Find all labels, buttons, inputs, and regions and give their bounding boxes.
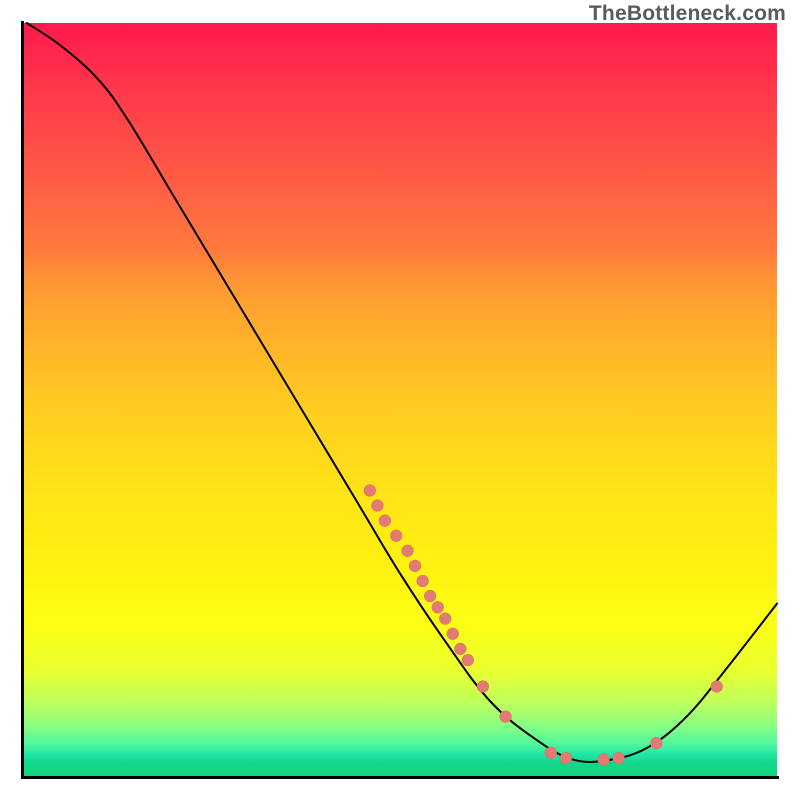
- scatter-dot: [379, 515, 391, 527]
- bottleneck-curve: [27, 23, 777, 762]
- scatter-dot: [390, 530, 402, 542]
- y-axis: [21, 21, 24, 779]
- x-axis: [21, 776, 779, 779]
- scatter-dot: [432, 601, 444, 613]
- scatter-dot: [454, 643, 466, 655]
- scatter-dot: [462, 654, 474, 666]
- chart-svg: [23, 23, 777, 777]
- chart-container: TheBottleneck.com: [0, 0, 800, 800]
- scatter-dot: [409, 560, 421, 572]
- scatter-dot: [545, 747, 557, 759]
- scatter-dot: [711, 681, 723, 693]
- watermark-text: TheBottleneck.com: [589, 2, 786, 26]
- scatter-dot: [650, 737, 662, 749]
- scatter-dot: [402, 545, 414, 557]
- scatter-dot: [560, 752, 572, 764]
- scatter-dot: [447, 628, 459, 640]
- scatter-dot: [598, 754, 610, 766]
- scatter-dot: [371, 500, 383, 512]
- scatter-dot: [424, 590, 436, 602]
- scatter-dot: [417, 575, 429, 587]
- scatter-dot: [500, 711, 512, 723]
- scatter-dot: [477, 681, 489, 693]
- scatter-dots-group: [364, 484, 723, 765]
- scatter-dot: [364, 484, 376, 496]
- scatter-dot: [439, 613, 451, 625]
- scatter-dot: [613, 752, 625, 764]
